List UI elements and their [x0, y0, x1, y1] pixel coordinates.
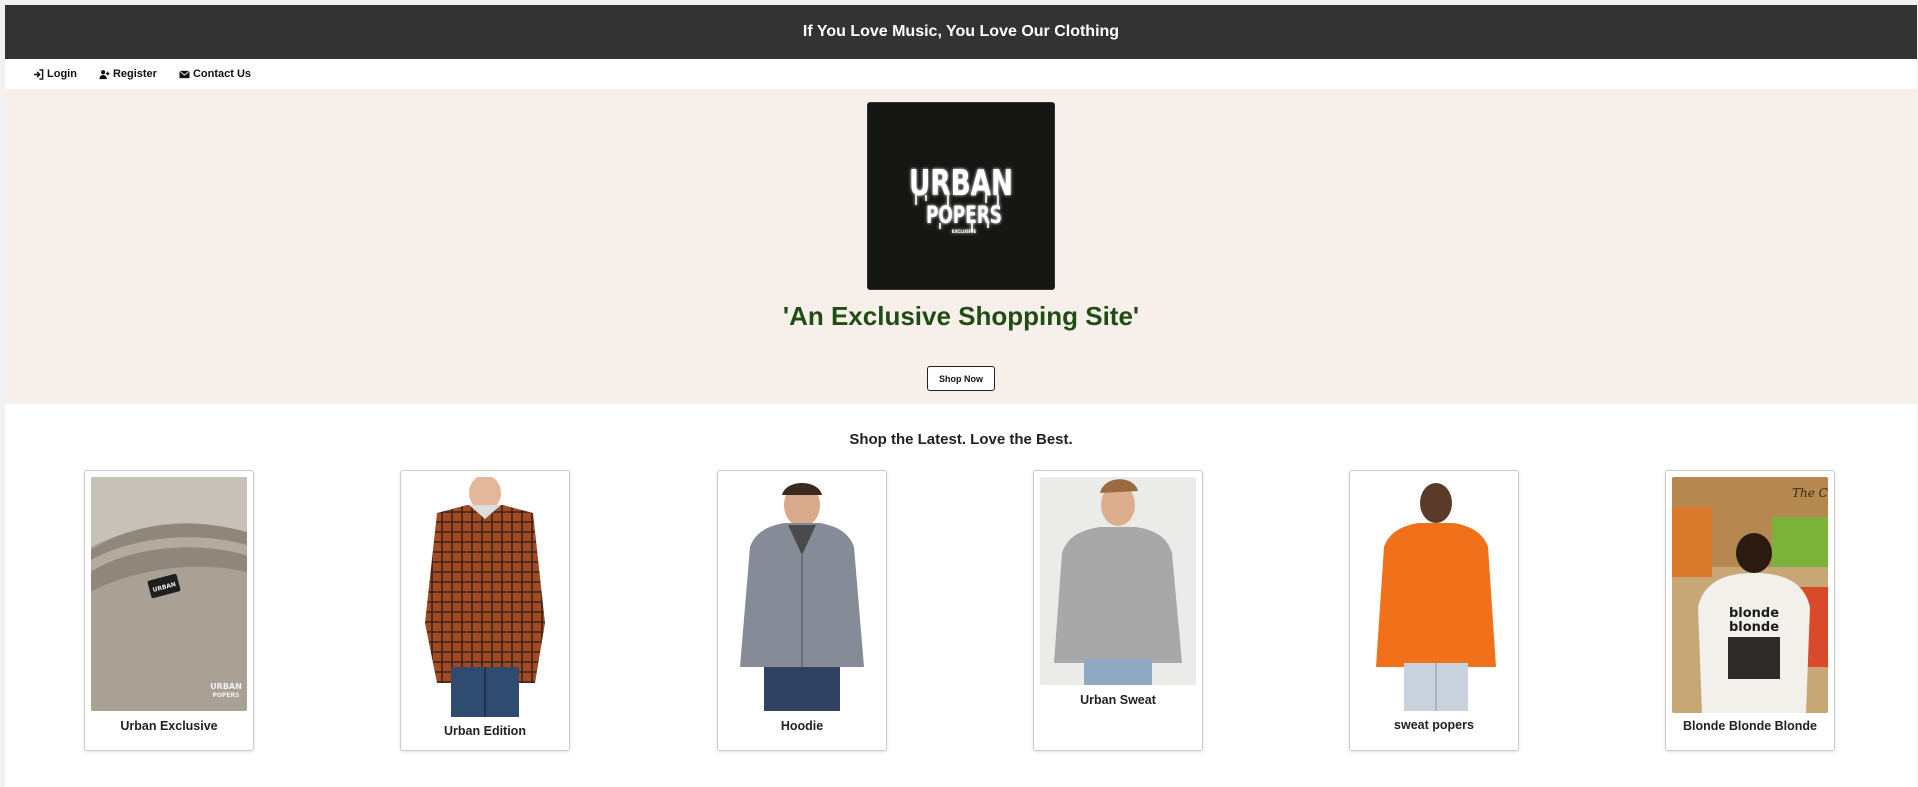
product-image — [1040, 477, 1196, 685]
nav-login-link[interactable]: Login — [33, 68, 77, 80]
product-name: Hoodie — [780, 719, 824, 733]
nav-register-link[interactable]: Register — [99, 68, 157, 80]
svg-text:URBAN: URBAN — [210, 682, 242, 691]
nav-contact-link[interactable]: Contact Us — [179, 68, 251, 80]
hero-section: URBAN POPERS EXCLUSIVE 'An Exclusive Sho… — [5, 89, 1917, 404]
product-image — [724, 477, 880, 711]
register-icon — [99, 69, 110, 79]
nav-login-label: Login — [47, 68, 77, 80]
top-banner: If You Love Music, You Love Our Clothing — [5, 5, 1917, 59]
product-card[interactable]: URBAN URBAN POPERS Urban Exclusive — [84, 470, 254, 751]
hero-tagline: 'An Exclusive Shopping Site' — [782, 301, 1140, 331]
svg-text:blonde: blonde — [1729, 606, 1779, 621]
brand-logo: URBAN POPERS EXCLUSIVE — [867, 102, 1055, 290]
login-icon — [33, 68, 44, 80]
svg-text:blonde: blonde — [1729, 620, 1779, 635]
product-card[interactable]: Urban Edition — [400, 470, 570, 751]
product-image — [1356, 477, 1512, 711]
svg-text:POPERS: POPERS — [213, 692, 240, 699]
product-name: Blonde Blonde Blonde — [1682, 719, 1818, 733]
product-grid: URBAN URBAN POPERS Urban Exclusive Urban… — [5, 470, 1917, 752]
svg-text:POPERS: POPERS — [926, 201, 1002, 229]
svg-text:The Chiya Station: The Chiya Station — [1792, 486, 1828, 500]
product-name: Urban Sweat — [1080, 693, 1156, 707]
product-card[interactable]: Hoodie — [717, 470, 887, 751]
brand-logo-graphic: URBAN POPERS EXCLUSIVE — [909, 163, 1013, 234]
shop-now-button[interactable]: Shop Now — [927, 366, 995, 391]
product-image: URBAN URBAN POPERS — [91, 477, 247, 711]
envelope-icon — [179, 70, 190, 78]
nav-register-label: Register — [112, 68, 157, 80]
main-nav: Login Register Contact Us — [5, 59, 1917, 89]
nav-contact-label: Contact Us — [192, 68, 252, 80]
products-heading: Shop the Latest. Love the Best. — [849, 431, 1073, 448]
product-name: sweat popers — [1394, 718, 1474, 732]
product-card[interactable]: Urban Sweat — [1033, 470, 1203, 751]
product-image — [407, 477, 563, 717]
page-frame: If You Love Music, You Love Our Clothing… — [5, 5, 1917, 787]
product-image: The Chiya Station blonde blonde — [1672, 477, 1828, 713]
product-name: Urban Exclusive — [120, 719, 218, 733]
banner-title: If You Love Music, You Love Our Clothing — [802, 23, 1120, 40]
product-card[interactable]: sweat popers — [1349, 470, 1519, 751]
product-name: Urban Edition — [444, 724, 526, 738]
product-card[interactable]: The Chiya Station blonde blonde Blonde B… — [1665, 470, 1835, 751]
